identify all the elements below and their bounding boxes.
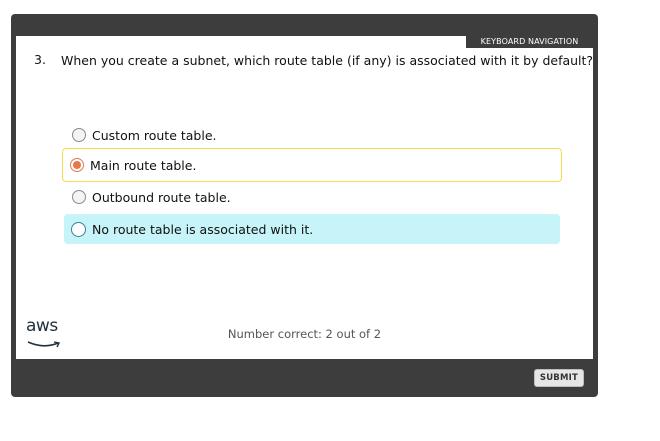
submit-button[interactable]: SUBMIT (533, 369, 584, 387)
option-label: Main route table. (90, 157, 197, 173)
keyboard-navigation-button[interactable]: KEYBOARD NAVIGATION (465, 36, 593, 49)
option-label: Custom route table. (92, 127, 217, 143)
option-no-route-table[interactable]: No route table is associated with it. (64, 214, 560, 244)
question-text: When you create a subnet, which route ta… (61, 53, 594, 68)
radio-button[interactable] (72, 190, 86, 204)
option-label: No route table is associated with it. (92, 221, 314, 237)
score-text: Number correct: 2 out of 2 (227, 327, 382, 341)
option-custom-route-table[interactable]: Custom route table. (65, 120, 561, 150)
quiz-player: KEYBOARD NAVIGATION 3. When you create a… (11, 14, 598, 397)
option-outbound-route-table[interactable]: Outbound route table. (65, 182, 561, 212)
radio-selected-dot-icon (73, 161, 81, 169)
radio-button[interactable] (72, 128, 86, 142)
option-label: Outbound route table. (92, 189, 231, 205)
question-number: 3. (34, 52, 46, 67)
aws-smile-icon (27, 341, 61, 348)
radio-button-selected[interactable] (70, 158, 84, 172)
option-main-route-table[interactable]: Main route table. (62, 148, 562, 182)
radio-button[interactable] (71, 221, 86, 237)
quiz-slide: KEYBOARD NAVIGATION 3. When you create a… (16, 36, 593, 359)
